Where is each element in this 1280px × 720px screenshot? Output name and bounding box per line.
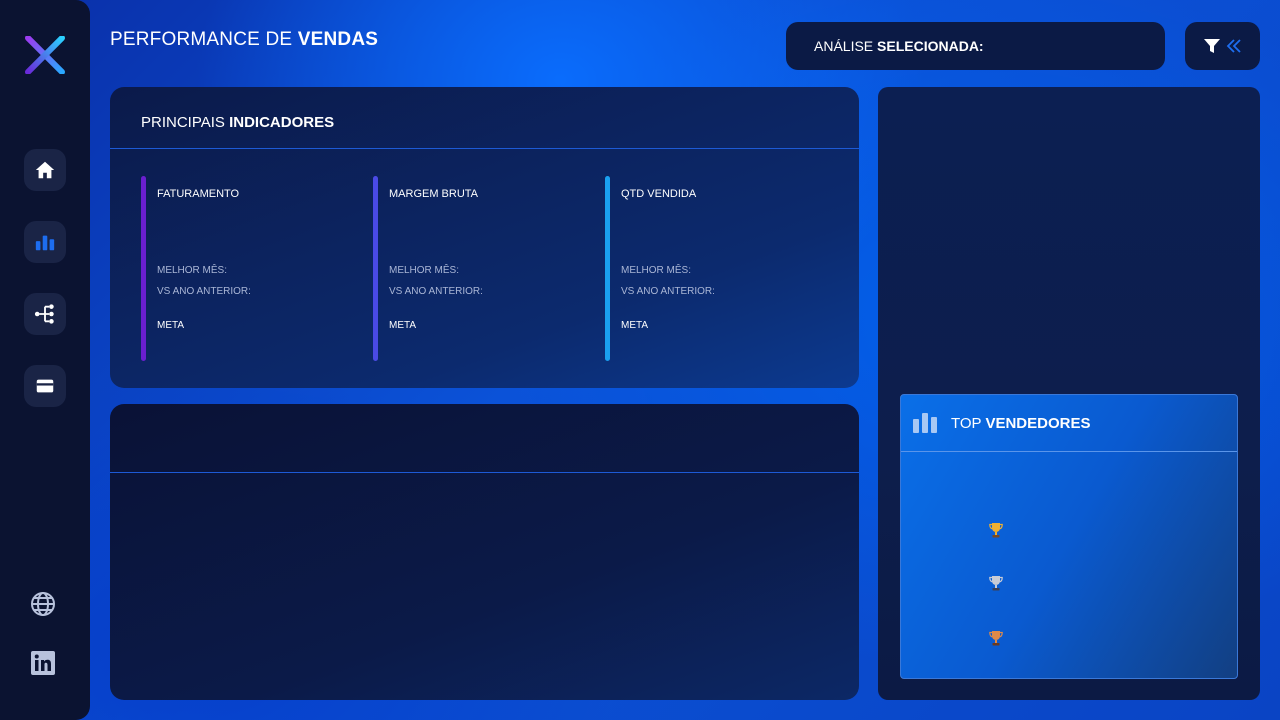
double-chevron-left-icon [1226,39,1241,53]
nav-card-button[interactable] [24,365,66,407]
kpi-faturamento: FATURAMENTO MELHOR MÊS: VS ANO ANTERIOR:… [141,176,341,361]
kpi-meta-label: META [157,320,185,331]
analise-selecionada-box[interactable]: ANÁLISE SELECIONADA: [786,22,1165,70]
bronze-trophy-icon [989,631,1003,646]
top-vendedores-title: TOP VENDEDORES [951,415,1091,432]
kpi-vs-previous-label: VS ANO ANTERIOR: [157,286,251,297]
card-icon [36,379,54,393]
home-icon [35,161,55,179]
kpi-qtd-vendida: QTD VENDIDA MELHOR MÊS: VS ANO ANTERIOR:… [605,176,805,361]
nav-tree-button[interactable] [24,293,66,335]
kpi-title: FATURAMENTO [157,188,240,200]
right-panel: TOP VENDEDORES [878,87,1260,700]
divider [110,472,859,473]
kpi-best-month-label: MELHOR MÊS: [389,265,460,276]
kpi-accent-bar [605,176,610,361]
bar-chart-icon [35,235,55,251]
kpi-vs-previous-label: VS ANO ANTERIOR: [389,286,483,297]
nav-home-button[interactable] [24,149,66,191]
page-title: PERFORMANCE DE VENDAS [110,29,379,50]
bottom-panel [110,404,859,700]
filter-icon [1203,39,1220,53]
kpi-best-month-label: MELHOR MÊS: [621,265,692,276]
nav-chart-button[interactable] [24,221,66,263]
gold-trophy-icon [989,523,1003,538]
indicators-title: PRINCIPAIS INDICADORES [141,114,335,131]
kpi-title: MARGEM BRUTA [389,188,479,200]
filter-toggle-button[interactable] [1185,22,1260,70]
kpi-accent-bar [141,176,146,361]
logo-icon[interactable] [24,36,66,74]
tree-icon [34,304,54,324]
kpi-margem-bruta: MARGEM BRUTA MELHOR MÊS: VS ANO ANTERIOR… [373,176,573,361]
kpi-title: QTD VENDIDA [621,188,697,200]
top-vendedores-header: TOP VENDEDORES [901,395,1237,452]
globe-icon[interactable] [30,591,56,617]
indicators-panel: PRINCIPAIS INDICADORES FATURAMENTO MELHO… [110,87,859,388]
sidebar [0,0,90,720]
kpi-meta-label: META [621,320,649,331]
kpi-meta-label: META [389,320,417,331]
linkedin-icon[interactable] [30,650,56,676]
analise-label: ANÁLISE SELECIONADA: [814,38,984,54]
kpi-vs-previous-label: VS ANO ANTERIOR: [621,286,715,297]
divider [110,148,859,149]
bar-chart-icon [913,413,937,433]
kpi-accent-bar [373,176,378,361]
kpi-best-month-label: MELHOR MÊS: [157,265,228,276]
top-vendedores-card: TOP VENDEDORES [900,394,1238,679]
silver-trophy-icon [989,576,1003,591]
